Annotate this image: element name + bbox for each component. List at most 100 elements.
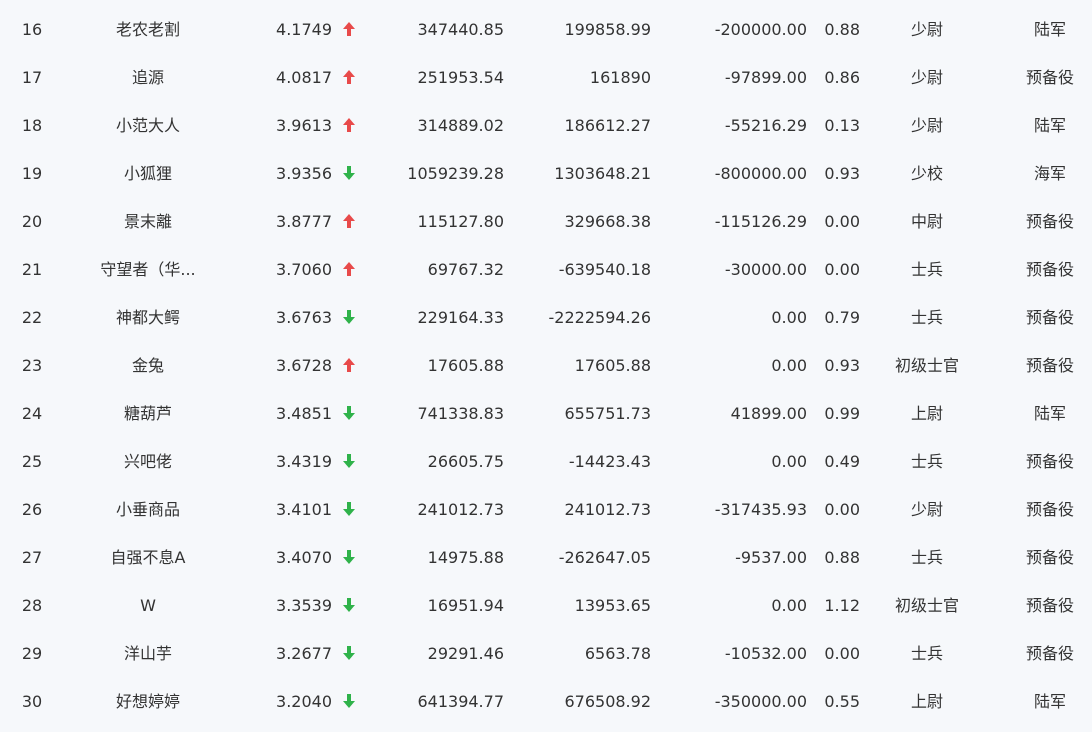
- rank-cell: 23: [21, 356, 43, 375]
- value1-cell: 16951.94: [427, 596, 504, 615]
- value2-cell: 186612.27: [564, 116, 651, 135]
- name-cell[interactable]: 景末離: [78, 192, 218, 240]
- trend-cell: [338, 624, 360, 672]
- rank-cell: 25: [21, 452, 43, 471]
- table-row[interactable]: 27 自强不息A 3.4070 14975.88 -262647.05 -953…: [0, 528, 1092, 576]
- name-cell[interactable]: W: [78, 576, 218, 624]
- value3-cell: 41899.00: [730, 404, 807, 423]
- value1-cell: 741338.83: [417, 404, 504, 423]
- score-cell: 3.9356: [276, 164, 332, 183]
- table-row[interactable]: 23 金兔 3.6728 17605.88 17605.88 0.00 0.93…: [0, 336, 1092, 384]
- value3-cell: -317435.93: [714, 500, 807, 519]
- score-cell: 3.4070: [276, 548, 332, 567]
- rank-title-cell: 初级士官: [894, 356, 959, 375]
- value1-cell: 241012.73: [417, 500, 504, 519]
- name-cell[interactable]: 小垂商品: [78, 480, 218, 528]
- name-cell[interactable]: 小范大人: [78, 96, 218, 144]
- name-cell[interactable]: 小狐狸: [78, 144, 218, 192]
- branch-cell: 陆军: [1033, 20, 1066, 39]
- trend-cell: [338, 432, 360, 480]
- table-row[interactable]: 26 小垂商品 3.4101 241012.73 241012.73 -3174…: [0, 480, 1092, 528]
- rank-cell: 16: [21, 20, 43, 39]
- score-cell: 3.9613: [276, 116, 332, 135]
- value1-cell: 69767.32: [427, 260, 504, 279]
- rank-cell: 22: [21, 308, 43, 327]
- name-cell[interactable]: 老农老割: [78, 0, 218, 48]
- value1-cell: 29291.46: [427, 644, 504, 663]
- table-row[interactable]: 22 神都大鳄 3.6763 229164.33 -2222594.26 0.0…: [0, 288, 1092, 336]
- value2-cell: 13953.65: [574, 596, 651, 615]
- branch-cell: 预备役: [1025, 644, 1074, 663]
- rank-title-cell: 士兵: [910, 548, 943, 567]
- table-row[interactable]: 19 小狐狸 3.9356 1059239.28 1303648.21 -800…: [0, 144, 1092, 192]
- ratio-cell: 0.00: [824, 500, 860, 519]
- ratio-cell: 0.00: [824, 260, 860, 279]
- table-row[interactable]: 28 W 3.3539 16951.94 13953.65 0.00 1.12 …: [0, 576, 1092, 624]
- arrow-down-icon: [342, 693, 356, 709]
- name-cell[interactable]: 自强不息A: [78, 528, 218, 576]
- branch-cell: 预备役: [1025, 308, 1074, 327]
- rank-title-cell: 少尉: [910, 116, 943, 135]
- ratio-cell: 0.93: [824, 356, 860, 375]
- table-row[interactable]: 17 追源 4.0817 251953.54 161890 -97899.00 …: [0, 48, 1092, 96]
- score-cell: 3.3539: [276, 596, 332, 615]
- table-row[interactable]: 30 好想婷婷 3.2040 641394.77 676508.92 -3500…: [0, 672, 1092, 720]
- trend-cell: [338, 672, 360, 720]
- table-body: 16 老农老割 4.1749 347440.85 199858.99 -2000…: [0, 0, 1092, 720]
- branch-cell: 预备役: [1025, 548, 1074, 567]
- trend-cell: [338, 96, 360, 144]
- rank-title-cell: 士兵: [910, 644, 943, 663]
- name-cell[interactable]: 守望者（华...: [78, 240, 218, 288]
- value1-cell: 17605.88: [427, 356, 504, 375]
- leaderboard-table: 16 老农老割 4.1749 347440.85 199858.99 -2000…: [0, 0, 1092, 720]
- trend-cell: [338, 144, 360, 192]
- table-row[interactable]: 21 守望者（华... 3.7060 69767.32 -639540.18 -…: [0, 240, 1092, 288]
- trend-cell: [338, 288, 360, 336]
- branch-cell: 预备役: [1025, 596, 1074, 615]
- value2-cell: -14423.43: [568, 452, 651, 471]
- score-cell: 3.8777: [276, 212, 332, 231]
- ratio-cell: 0.93: [824, 164, 860, 183]
- arrow-up-icon: [342, 261, 356, 277]
- rank-title-cell: 上尉: [910, 692, 943, 711]
- value1-cell: 14975.88: [427, 548, 504, 567]
- rank-cell: 28: [21, 596, 43, 615]
- ratio-cell: 0.86: [824, 68, 860, 87]
- name-cell[interactable]: 金兔: [78, 336, 218, 384]
- score-cell: 4.0817: [276, 68, 332, 87]
- name-cell[interactable]: 好想婷婷: [78, 672, 218, 720]
- name-cell[interactable]: 兴吧佬: [78, 432, 218, 480]
- rank-title-cell: 士兵: [910, 308, 943, 327]
- value3-cell: -800000.00: [714, 164, 807, 183]
- rank-title-cell: 士兵: [910, 260, 943, 279]
- value3-cell: -115126.29: [714, 212, 807, 231]
- name-cell[interactable]: 糖葫芦: [78, 384, 218, 432]
- table-row[interactable]: 20 景末離 3.8777 115127.80 329668.38 -11512…: [0, 192, 1092, 240]
- branch-cell: 陆军: [1033, 116, 1066, 135]
- table-row[interactable]: 24 糖葫芦 3.4851 741338.83 655751.73 41899.…: [0, 384, 1092, 432]
- rank-title-cell: 上尉: [910, 404, 943, 423]
- ratio-cell: 0.00: [824, 644, 860, 663]
- value3-cell: -350000.00: [714, 692, 807, 711]
- name-cell[interactable]: 洋山芋: [78, 624, 218, 672]
- name-cell[interactable]: 追源: [78, 48, 218, 96]
- rank-cell: 20: [21, 212, 43, 231]
- name-cell[interactable]: 神都大鳄: [78, 288, 218, 336]
- value2-cell: 199858.99: [564, 20, 651, 39]
- rank-title-cell: 少尉: [910, 500, 943, 519]
- value2-cell: -2222594.26: [548, 308, 651, 327]
- arrow-down-icon: [342, 309, 356, 325]
- branch-cell: 预备役: [1025, 212, 1074, 231]
- value2-cell: 161890: [589, 68, 651, 87]
- rank-cell: 30: [21, 692, 43, 711]
- ratio-cell: 1.12: [824, 596, 860, 615]
- table-row[interactable]: 16 老农老割 4.1749 347440.85 199858.99 -2000…: [0, 0, 1092, 48]
- ratio-cell: 0.79: [824, 308, 860, 327]
- branch-cell: 陆军: [1033, 692, 1066, 711]
- table-row[interactable]: 25 兴吧佬 3.4319 26605.75 -14423.43 0.00 0.…: [0, 432, 1092, 480]
- rank-cell: 24: [21, 404, 43, 423]
- table-row[interactable]: 18 小范大人 3.9613 314889.02 186612.27 -5521…: [0, 96, 1092, 144]
- score-cell: 3.4319: [276, 452, 332, 471]
- table-row[interactable]: 29 洋山芋 3.2677 29291.46 6563.78 -10532.00…: [0, 624, 1092, 672]
- value2-cell: -639540.18: [558, 260, 651, 279]
